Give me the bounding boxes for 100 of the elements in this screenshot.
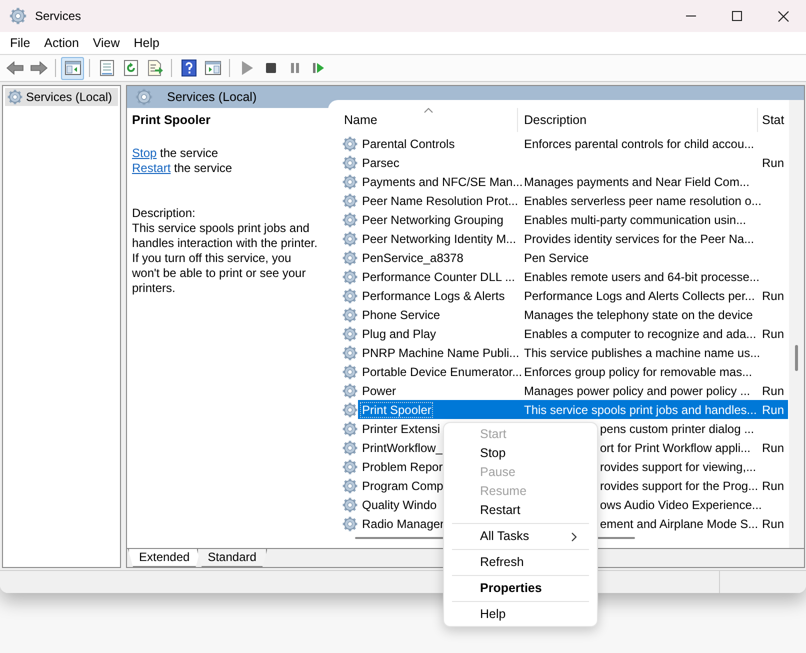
tab[interactable]: Standard: [196, 549, 268, 567]
table-cell[interactable]: Print Spooler: [360, 402, 434, 418]
gear-icon: [342, 458, 358, 474]
table-cell: Enables serverless peer name resolution o...: [524, 194, 762, 208]
gear-icon: [342, 478, 358, 494]
menu-item[interactable]: Properties: [448, 579, 593, 598]
table-cell[interactable]: Phone Service: [360, 306, 442, 322]
table-cell[interactable]: Peer Name Resolution Prot...: [360, 192, 520, 208]
close-icon: [778, 10, 788, 22]
table-cell[interactable]: Peer Networking Grouping: [360, 212, 506, 228]
vertical-scrollbar[interactable]: [789, 100, 804, 548]
table-cell: Manages power policy and power policy ...: [524, 384, 750, 398]
panel-icon: [204, 59, 222, 77]
table-cell[interactable]: Performance Logs & Alerts: [360, 288, 507, 304]
gear-icon: [342, 154, 358, 170]
table-cell: Run: [762, 478, 784, 492]
table-cell: Enables a computer to recognize and ada...: [524, 326, 756, 340]
table-cell[interactable]: Quality Windo: [360, 496, 439, 512]
table-cell[interactable]: PrintWorkflow_: [360, 440, 444, 456]
column-header[interactable]: Stat: [758, 108, 788, 132]
gear-icon: [342, 364, 358, 380]
table-cell: Enforces group policy for removable mas...: [524, 364, 752, 378]
forward-arrow-icon: [30, 59, 48, 77]
action-link[interactable]: Stop: [132, 146, 157, 160]
table-cell[interactable]: Program Comp: [360, 478, 446, 494]
table-cell[interactable]: Problem Repor: [360, 458, 445, 474]
table-cell: Run: [762, 156, 784, 170]
table-cell[interactable]: Plug and Play: [360, 326, 438, 342]
table-cell[interactable]: Parsec: [360, 154, 402, 170]
gear-icon: [342, 344, 358, 360]
menu-item[interactable]: Restart: [448, 501, 593, 520]
table-cell: Pen Service: [524, 250, 589, 264]
table-cell: Run: [762, 384, 784, 398]
table-cell: Run: [762, 516, 784, 530]
table-cell: Enables multi-party communication usin...: [524, 212, 746, 226]
action-link[interactable]: Restart: [132, 161, 171, 175]
gear-icon: [342, 326, 358, 342]
table-cell: ows Audio Video Experience...: [600, 498, 762, 512]
description-text: This service spools print jobs and handles interaction with the printer. If you turn off this service, you won't be able to print or see your printers.: [132, 221, 318, 296]
tab[interactable]: Extended: [128, 549, 201, 567]
gear-icon: [342, 516, 358, 532]
table-cell: Run: [762, 288, 784, 302]
table-cell[interactable]: Radio Manager: [360, 516, 446, 532]
sort-caret-icon: [424, 108, 432, 113]
menu-item[interactable]: File: [3, 34, 38, 52]
table-cell: Provides identity services for the Peer Na...: [524, 232, 754, 246]
document-icon: [98, 59, 116, 77]
gear-icon: [7, 89, 23, 105]
column-header[interactable]: Description: [518, 108, 758, 132]
export-icon: [146, 59, 164, 77]
gear-icon: [342, 136, 358, 152]
table-cell: Run: [762, 440, 784, 454]
table-cell: rovides support for viewing,...: [600, 460, 756, 474]
tree-item[interactable]: Services (Local): [5, 88, 118, 106]
description-label: Description:: [132, 206, 196, 221]
gear-icon: [135, 88, 153, 106]
gear-icon: [342, 250, 358, 266]
table-cell: This service publishes a machine name us...: [524, 346, 760, 360]
menu-item[interactable]: View: [86, 34, 127, 52]
gear-icon: [342, 382, 358, 398]
column-header[interactable]: Name: [338, 108, 518, 132]
menu-item[interactable]: All Tasks: [448, 527, 593, 546]
table-cell[interactable]: PenService_a8378: [360, 250, 466, 266]
back-arrow-icon: [6, 59, 24, 77]
table-cell: Run: [762, 326, 784, 340]
table-cell: Performance Logs and Alerts Collects per...: [524, 288, 755, 302]
table-cell: Manages payments and Near Field Com...: [524, 174, 750, 188]
table-cell: Enforces parental controls for child accou...: [524, 136, 754, 150]
menu-item[interactable]: Help: [126, 34, 166, 52]
maximize-icon: [732, 11, 742, 21]
table-cell[interactable]: Parental Controls: [360, 136, 457, 152]
gear-icon: [342, 212, 358, 228]
menu-item[interactable]: Action: [37, 34, 86, 52]
table-cell[interactable]: Portable Device Enumerator...: [360, 364, 524, 380]
gear-icon: [342, 230, 358, 246]
toolbar-button[interactable]: [61, 56, 84, 80]
chevron-right-icon: [571, 532, 577, 542]
table-cell[interactable]: Printer Extensi: [360, 420, 442, 436]
menu-item[interactable]: Refresh: [448, 553, 593, 572]
table-cell: pens custom printer dialog ...: [600, 422, 754, 436]
menu-item[interactable]: Stop: [448, 444, 593, 463]
pane-header-title: Services (Local): [167, 90, 257, 104]
gear-icon: [342, 268, 358, 284]
table-cell: Run: [762, 402, 784, 416]
table-cell: Manages the telephony state on the device: [524, 308, 753, 322]
table-cell[interactable]: PNRP Machine Name Publi...: [360, 344, 522, 360]
gear-icon: [342, 402, 358, 418]
gear-icon: [342, 288, 358, 304]
action-text: Restart the service: [132, 161, 234, 176]
table-cell[interactable]: Payments and NFC/SE Man...: [360, 174, 525, 190]
table-cell[interactable]: Power: [360, 382, 398, 398]
gear-icon: [342, 420, 358, 436]
table-cell[interactable]: Peer Networking Identity M...: [360, 230, 518, 246]
gear-icon: [342, 192, 358, 208]
panel-icon: [64, 59, 82, 77]
gear-icon: [342, 174, 358, 190]
menu-item[interactable]: Help: [448, 605, 593, 624]
table-cell: rovides support for the Prog...: [600, 478, 758, 492]
table-cell: This service spools print jobs and handles...: [524, 402, 757, 416]
table-cell[interactable]: Performance Counter DLL ...: [360, 268, 517, 284]
